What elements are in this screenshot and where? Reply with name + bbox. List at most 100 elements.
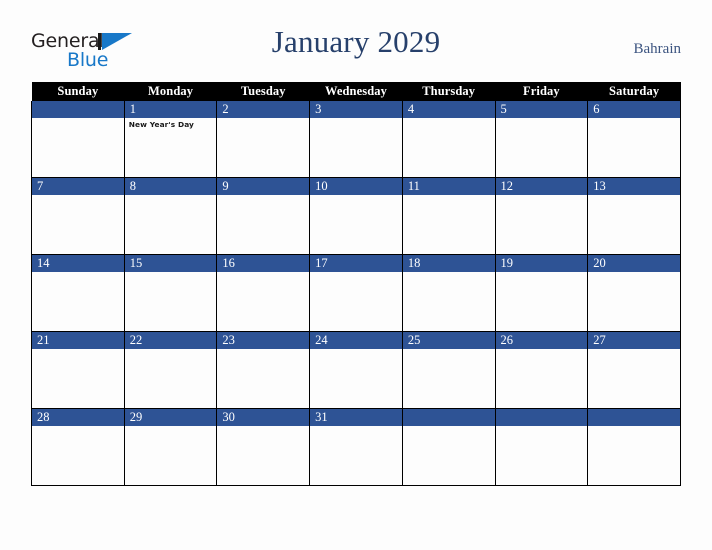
- day-cell-content: 5: [495, 101, 588, 177]
- day-events: New Year's Day: [125, 118, 217, 130]
- day-events: [217, 272, 309, 274]
- calendar-day-cell[interactable]: 24: [309, 331, 403, 409]
- day-cell-content: 1 New Year's Day: [124, 101, 217, 177]
- calendar-day-cell[interactable]: 29: [123, 408, 218, 486]
- calendar-day-cell[interactable]: 8: [123, 177, 218, 255]
- day-number-band: [588, 409, 680, 426]
- day-events: [32, 195, 124, 197]
- day-number: 10: [315, 179, 328, 193]
- day-number-band: [32, 101, 124, 118]
- day-cell-content: 18: [402, 255, 495, 331]
- day-number-band: 13: [588, 178, 680, 195]
- calendar-day-cell[interactable]: 26: [494, 331, 589, 409]
- calendar-day-cell[interactable]: 20: [587, 254, 681, 332]
- calendar-day-cell[interactable]: 12: [494, 177, 589, 255]
- day-cell-content: 12: [495, 178, 588, 254]
- day-events: [217, 349, 309, 351]
- day-cell-content: 2: [217, 101, 310, 177]
- day-number: 22: [129, 333, 143, 347]
- calendar-day-cell[interactable]: 14: [31, 254, 125, 332]
- day-number: 16: [222, 256, 235, 270]
- calendar-day-cell[interactable]: 6: [587, 101, 681, 178]
- calendar-week-row: 7 8 9 10 11 12 13: [31, 177, 681, 255]
- calendar-day-cell[interactable]: 4: [401, 101, 496, 178]
- day-cell-content: 7: [32, 178, 124, 254]
- holiday-label: New Year's Day: [128, 120, 194, 129]
- day-cell-content: 30: [217, 409, 310, 485]
- day-events: [32, 349, 124, 351]
- calendar-day-cell[interactable]: 18: [401, 254, 496, 332]
- calendar-day-cell[interactable]: 1 New Year's Day: [123, 101, 218, 178]
- day-events: [125, 195, 217, 197]
- calendar-week-row: 21 22 23 24 25 26 27: [31, 331, 681, 409]
- day-events: [310, 426, 402, 428]
- day-cell-content: 22: [124, 332, 217, 408]
- calendar-day-cell[interactable]: 21: [31, 331, 125, 409]
- calendar-empty-cell: [401, 408, 496, 486]
- day-number-band: 24: [310, 332, 402, 349]
- calendar-day-cell[interactable]: 30: [216, 408, 311, 486]
- day-number-band: 31: [310, 409, 402, 426]
- calendar-day-cell[interactable]: 28: [31, 408, 125, 486]
- day-events: [496, 349, 588, 351]
- weekday-header-row: Sunday Monday Tuesday Wednesday Thursday…: [31, 82, 681, 101]
- day-cell-content: 6: [588, 101, 680, 177]
- day-number: 8: [129, 179, 136, 193]
- weekday-header-thursday: Thursday: [402, 82, 496, 101]
- calendar-day-cell[interactable]: 13: [587, 177, 681, 255]
- day-number: 25: [407, 333, 421, 347]
- day-number-band: 18: [402, 255, 495, 272]
- calendar-day-cell[interactable]: 25: [401, 331, 496, 409]
- calendar-day-cell[interactable]: 16: [216, 254, 311, 332]
- calendar-day-cell[interactable]: 17: [309, 254, 403, 332]
- day-number-band: 2: [217, 101, 310, 118]
- calendar-empty-cell: [587, 408, 681, 486]
- calendar-day-cell[interactable]: 2: [216, 101, 311, 178]
- calendar-page: General Blue January 2029 Bahrain Sunday…: [0, 0, 712, 550]
- page-header: General Blue January 2029 Bahrain: [0, 24, 712, 72]
- calendar-day-cell[interactable]: 3: [309, 101, 403, 178]
- calendar-empty-cell: [494, 408, 589, 486]
- day-events: [403, 118, 495, 120]
- day-number: 26: [500, 333, 514, 347]
- day-number: 21: [37, 333, 50, 347]
- calendar-day-cell[interactable]: 9: [216, 177, 311, 255]
- day-number-band: 7: [32, 178, 124, 195]
- day-cell-content: 29: [124, 409, 217, 485]
- day-number-band: 16: [217, 255, 310, 272]
- day-events: [403, 272, 495, 274]
- calendar-day-cell[interactable]: 10: [309, 177, 403, 255]
- calendar-body: 1 New Year's Day 2 3 4 5 6 7 8 9 10 11 12 13 14 15 16 17 1…: [31, 101, 681, 486]
- day-number-band: 12: [495, 178, 588, 195]
- day-number: 9: [222, 179, 229, 193]
- day-number-band: 27: [588, 332, 680, 349]
- calendar-day-cell[interactable]: 7: [31, 177, 125, 255]
- day-number: 6: [593, 102, 600, 116]
- calendar-day-cell[interactable]: 15: [123, 254, 218, 332]
- day-events: [496, 272, 588, 274]
- day-cell-content: 14: [32, 255, 124, 331]
- day-cell-content: 16: [217, 255, 310, 331]
- calendar-day-cell[interactable]: 31: [309, 408, 403, 486]
- day-number: 2: [222, 102, 229, 116]
- day-cell-content: 17: [310, 255, 402, 331]
- calendar-day-cell[interactable]: 22: [123, 331, 218, 409]
- page-title: January 2029: [271, 24, 441, 59]
- day-events: [217, 118, 309, 120]
- calendar-day-cell[interactable]: 27: [587, 331, 681, 409]
- day-number-band: 3: [310, 101, 402, 118]
- day-number-band: 28: [32, 409, 124, 426]
- day-cell-content: 4: [402, 101, 495, 177]
- calendar-day-cell[interactable]: 5: [494, 101, 589, 178]
- day-number: 31: [315, 410, 328, 424]
- calendar-day-cell[interactable]: 23: [216, 331, 311, 409]
- day-number-band: 30: [217, 409, 310, 426]
- day-events: [32, 118, 124, 120]
- day-events: [588, 426, 680, 428]
- day-number-band: 26: [495, 332, 588, 349]
- day-number: 29: [129, 410, 143, 424]
- calendar-day-cell[interactable]: 11: [401, 177, 496, 255]
- day-number-band: [402, 409, 495, 426]
- calendar-day-cell[interactable]: 19: [494, 254, 589, 332]
- day-number-band: 15: [124, 255, 217, 272]
